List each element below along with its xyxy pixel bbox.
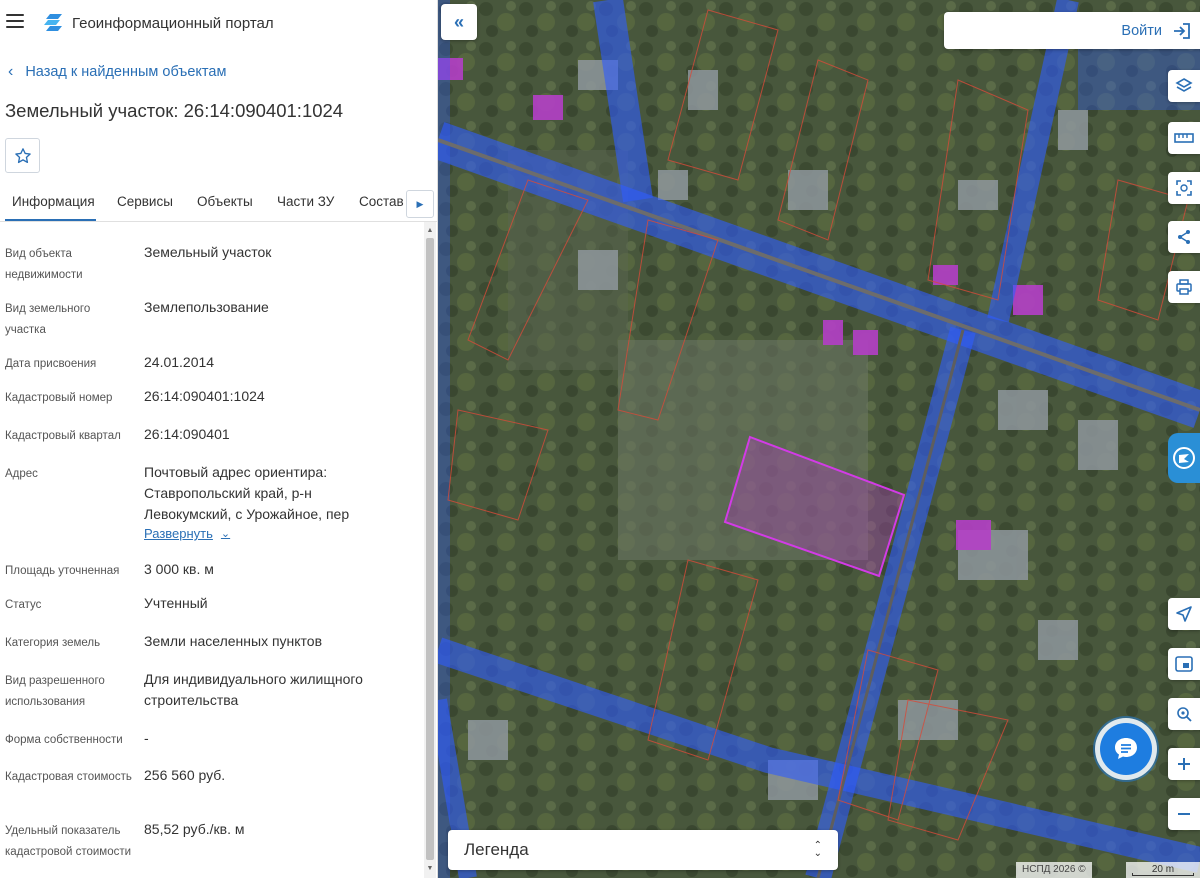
legend-title: Легенда [464, 840, 529, 859]
select-area-icon [1176, 180, 1192, 196]
scroll-up-arrow-icon[interactable]: ▲ [424, 224, 436, 238]
ruler-icon [1174, 133, 1194, 143]
field-value-land-category: Земли населенных пунктов [144, 633, 323, 649]
field-label-cadastral-number: Кадастровый номер [5, 392, 113, 404]
expand-link-label: Развернуть [144, 526, 213, 541]
field-label-assign-date: Дата присвоения [5, 358, 97, 370]
field-value-specific-value: 85,52 руб./кв. м [144, 821, 245, 837]
locate-icon [1176, 606, 1192, 622]
satellite-map-image [438, 0, 1200, 878]
expand-collapse-icon: ⌃ ⌄ [813, 840, 822, 859]
map-info-icon [1173, 447, 1195, 469]
field-label-cadastral-value: Кадастровая стоимость [5, 771, 132, 783]
geo-search-icon [1177, 707, 1192, 722]
field-value-cadastral-block: 26:14:090401 [144, 426, 230, 442]
chevron-down-icon: ⌄ [220, 528, 231, 540]
layers-icon [1175, 78, 1193, 92]
field-value-permitted-use: Для индивидуального жилищного строительс… [144, 671, 363, 708]
area-select-button[interactable] [1168, 172, 1200, 204]
scale-bar [1132, 873, 1194, 876]
chevron-left-icon: ‹ [8, 63, 14, 80]
tab-composition[interactable]: Состав [359, 194, 404, 209]
login-icon [1174, 22, 1190, 39]
field-label-status: Статус [5, 599, 42, 611]
map-view-icon [1175, 656, 1193, 672]
geo-search-button[interactable] [1168, 698, 1200, 730]
object-tabs: Информация Сервисы Объекты Части ЗУ Сост… [0, 186, 437, 222]
login-button[interactable]: Войти [944, 12, 1200, 49]
info-panel: Геоинформационный портал ‹ Назад к найде… [0, 0, 438, 878]
caret-right-icon: ▶ [416, 198, 424, 209]
scroll-thumb[interactable] [426, 238, 434, 860]
tabs-scroll-right-button[interactable]: ▶ [406, 190, 434, 218]
zoom-in-button[interactable] [1168, 748, 1200, 780]
field-label-object-type: Вид объекта недвижимости [5, 248, 83, 281]
field-label-cadastral-block: Кадастровый квартал [5, 430, 121, 442]
field-value-address: Почтовый адрес ориентира: Ставропольский… [144, 464, 350, 522]
field-value-ownership: - [144, 730, 149, 746]
zoom-out-icon [1178, 813, 1190, 815]
print-button[interactable] [1168, 271, 1200, 303]
map-attribution: НСПД 2026 © [1016, 862, 1092, 878]
tab-information[interactable]: Информация [12, 194, 95, 209]
side-info-badge[interactable] [1168, 433, 1200, 483]
field-label-land-type: Вид земельного участка [5, 303, 91, 336]
print-icon [1176, 279, 1192, 295]
active-tab-indicator [5, 219, 96, 221]
field-value-status: Учтенный [144, 595, 208, 611]
chat-icon [1115, 738, 1137, 759]
field-label-specific-value: Удельный показатель кадастровой стоимост… [5, 825, 132, 858]
field-value-assign-date: 24.01.2014 [144, 354, 215, 370]
collapse-panel-button[interactable]: « [441, 4, 477, 40]
share-button[interactable] [1168, 221, 1200, 253]
favorite-button[interactable] [5, 138, 40, 173]
field-label-address: Адрес [5, 468, 38, 480]
back-to-results-link[interactable]: ‹ Назад к найденным объектам [8, 63, 227, 81]
field-value-cadastral-number: 26:14:090401:1024 [144, 388, 265, 404]
field-label-ownership: Форма собственности [5, 734, 123, 746]
portal-logo-icon [44, 14, 62, 31]
field-value-object-type: Земельный участок [144, 244, 272, 260]
field-label-area: Площадь уточненная [5, 565, 120, 577]
chat-button[interactable] [1100, 723, 1152, 775]
map-view[interactable]: « Войти Легенда ⌃ ⌄ НСПД 2026 © 20 m [438, 0, 1200, 878]
field-label-permitted-use: Вид разрешенного использования [5, 675, 105, 708]
scroll-down-arrow-icon[interactable]: ▼ [424, 862, 436, 876]
attributes-list: Вид объекта недвижимости Земельный участ… [0, 222, 424, 878]
zoom-out-button[interactable] [1168, 798, 1200, 830]
top-bar: Геоинформационный портал [0, 0, 437, 46]
field-value-area: 3 000 кв. м [144, 561, 214, 577]
field-value-cadastral-value: 256 560 руб. [144, 767, 226, 783]
tab-services[interactable]: Сервисы [117, 194, 173, 209]
tab-parts[interactable]: Части ЗУ [277, 194, 334, 209]
locate-button[interactable] [1168, 598, 1200, 630]
share-icon [1178, 230, 1190, 244]
login-label: Войти [1121, 22, 1162, 39]
menu-icon[interactable] [6, 14, 24, 30]
zoom-in-icon [1178, 758, 1190, 770]
star-icon [14, 147, 31, 163]
page-title: Земельный участок: 26:14:090401:1024 [5, 100, 344, 121]
back-link-label: Назад к найденным объектам [25, 64, 227, 80]
expand-address-link[interactable]: Развернуть ⌄ [144, 526, 230, 541]
panel-scrollbar[interactable]: ▲ ▼ [424, 222, 436, 878]
layers-button[interactable] [1168, 70, 1200, 102]
map-view-button[interactable] [1168, 648, 1200, 680]
app-title: Геоинформационный портал [72, 15, 274, 32]
tab-objects[interactable]: Объекты [197, 194, 253, 209]
field-value-land-type: Землепользование [144, 299, 269, 315]
double-chevron-left-icon: « [453, 11, 464, 32]
legend-panel[interactable]: Легенда ⌃ ⌄ [448, 830, 838, 870]
map-scale: 20 m [1126, 862, 1200, 878]
field-label-land-category: Категория земель [5, 637, 101, 649]
measure-button[interactable] [1168, 122, 1200, 154]
